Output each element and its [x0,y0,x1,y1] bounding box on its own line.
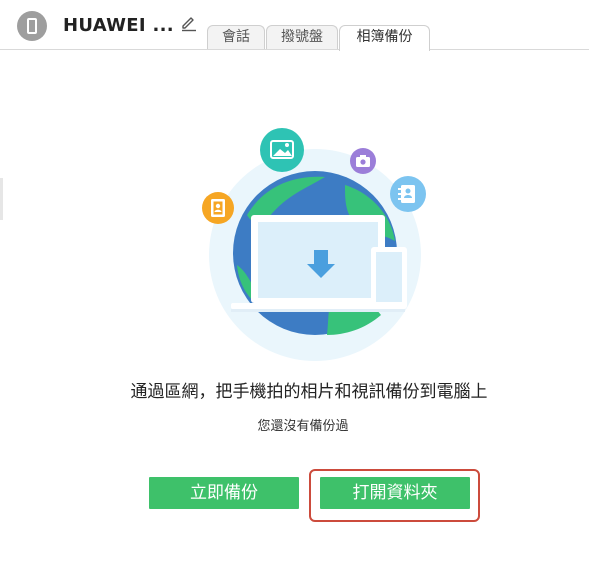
contacts-icon [390,176,426,212]
tab-dialpad[interactable]: 撥號盤 [266,25,338,50]
phone-device-icon [371,247,407,309]
phone-icon [17,11,47,41]
backup-status: 您還沒有備份過 [257,419,349,434]
backup-file-icon [202,192,234,224]
app-window: HUAWEI ... 會話 撥號盤 相簿備份 通過區網，把手機拍的相片和視訊備份… [0,0,589,566]
tab-album-backup[interactable]: 相簿備份 [339,25,430,51]
highlight-annotation [309,469,480,522]
backup-description: 通過區網，把手機拍的相片和視訊備份到電腦上 [130,382,488,402]
header: HUAWEI ... 會話 撥號盤 相簿備份 [0,0,589,51]
camera-icon [350,148,376,174]
pencil-icon[interactable] [180,14,198,32]
image-icon [260,128,304,172]
device-name: HUAWEI ... [63,15,174,36]
window-edge [0,178,3,220]
backup-illustration [202,128,426,361]
tab-conversations[interactable]: 會話 [207,25,265,50]
header-divider [0,49,589,50]
phone-glyph [27,18,37,34]
backup-now-button[interactable]: 立即備份 [149,477,299,509]
